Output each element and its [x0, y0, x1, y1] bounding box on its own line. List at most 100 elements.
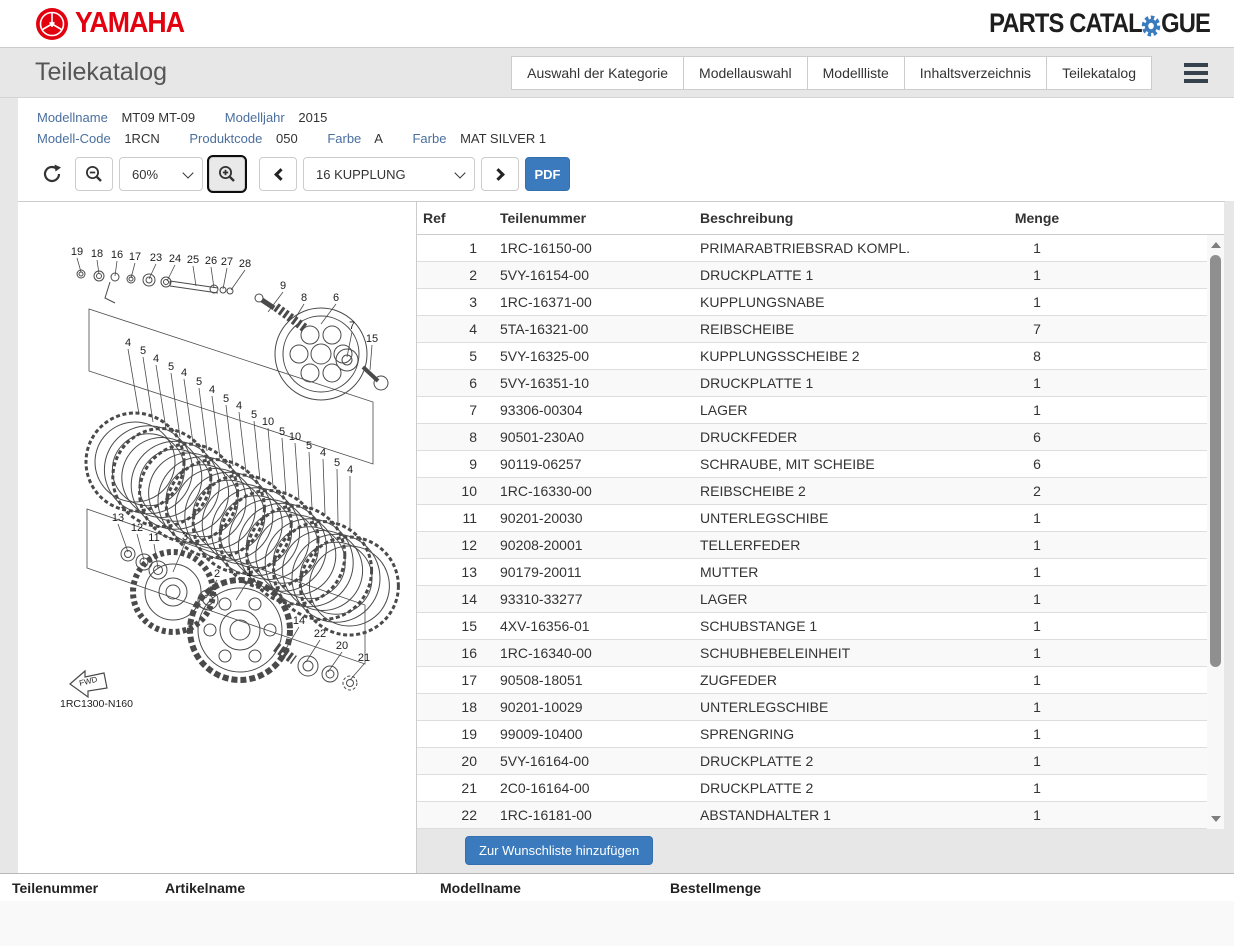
table-row[interactable]: 21 2C0-16164-00 DRUCKPLATTE 2 1	[417, 775, 1207, 802]
table-row[interactable]: 13 90179-20011 MUTTER 1	[417, 559, 1207, 586]
page-title: Teilekatalog	[35, 58, 167, 87]
wishlist-section: Teilenummer Artikelname Modellname Beste…	[0, 873, 1234, 946]
cell-ref: 17	[417, 672, 487, 688]
table-row[interactable]: 15 4XV-16356-01 SCHUBSTANGE 1 1	[417, 613, 1207, 640]
scroll-down-icon[interactable]	[1207, 811, 1224, 827]
diagram-callout: 15	[366, 333, 378, 345]
previous-section-button[interactable]	[259, 157, 297, 191]
diagram-callout: 26	[205, 255, 217, 267]
table-row[interactable]: 5 5VY-16325-00 KUPPLUNGSSCHEIBE 2 8	[417, 343, 1207, 370]
cell-beschreibung: PRIMARABTRIEBSRAD KOMPL.	[687, 240, 977, 256]
add-to-wishlist-button[interactable]: Zur Wunschliste hinzufügen	[465, 836, 653, 865]
table-row[interactable]: 19 99009-10400 SPRENGRING 1	[417, 721, 1207, 748]
diagram-svg: 1918161723242526272898671545454545451051…	[18, 202, 417, 874]
section-select[interactable]: 16 KUPPLUNG	[303, 157, 475, 191]
cell-menge: 1	[977, 375, 1097, 391]
refresh-icon	[41, 163, 63, 185]
nav-parts-catalog-button[interactable]: Teilekatalog	[1046, 56, 1152, 90]
table-row[interactable]: 2 5VY-16154-00 DRUCKPLATTE 1 1	[417, 262, 1207, 289]
wishlist-empty-area	[0, 901, 1234, 946]
cell-menge: 1	[977, 402, 1097, 418]
model-code-label: Modell-Code	[37, 131, 111, 146]
scroll-up-icon[interactable]	[1207, 237, 1224, 253]
table-row[interactable]: 1 1RC-16150-00 PRIMARABTRIEBSRAD KOMPL. …	[417, 235, 1207, 262]
model-info-panel: Modellname MT09 MT-09 Modelljahr 2015 Mo…	[18, 98, 1234, 201]
color-code-label: Farbe	[327, 131, 361, 146]
nav-toc-button[interactable]: Inhaltsverzeichnis	[904, 56, 1047, 90]
toolbar: 60% 16 KUPPLUNG PDF	[37, 157, 1234, 191]
table-row[interactable]: 16 1RC-16340-00 SCHUBHEBELEINHEIT 1	[417, 640, 1207, 667]
cell-beschreibung: UNTERLEGSCHIBE	[687, 699, 977, 715]
cell-ref: 10	[417, 483, 487, 499]
menu-icon[interactable]	[1184, 63, 1208, 83]
cell-ref: 16	[417, 645, 487, 661]
diagram-panel[interactable]: 1918161723242526272898671545454545451051…	[18, 202, 417, 873]
zoom-in-icon	[217, 164, 237, 184]
cell-menge: 7	[977, 321, 1097, 337]
zoom-in-button[interactable]	[209, 157, 245, 191]
cell-ref: 20	[417, 753, 487, 769]
cell-ref: 6	[417, 375, 487, 391]
table-row[interactable]: 10 1RC-16330-00 REIBSCHEIBE 2 2	[417, 478, 1207, 505]
cell-menge: 1	[977, 807, 1097, 823]
cell-menge: 1	[977, 240, 1097, 256]
diagram-callout: 12	[131, 522, 143, 534]
cell-beschreibung: DRUCKPLATTE 1	[687, 267, 977, 283]
table-row[interactable]: 14 93310-33277 LAGER 1	[417, 586, 1207, 613]
table-row[interactable]: 6 5VY-16351-10 DRUCKPLATTE 1 1	[417, 370, 1207, 397]
nav-model-select-button[interactable]: Modellauswahl	[683, 56, 808, 90]
zoom-level-select[interactable]: 60%	[119, 157, 203, 191]
scrollbar-thumb[interactable]	[1210, 255, 1221, 667]
cell-teilenummer: 4XV-16356-01	[487, 618, 687, 634]
cell-menge: 1	[977, 537, 1097, 553]
table-row[interactable]: 9 90119-06257 SCHRAUBE, MIT SCHEIBE 6	[417, 451, 1207, 478]
app-title-left: PARTS CATAL	[989, 8, 1142, 39]
table-row[interactable]: 20 5VY-16164-00 DRUCKPLATTE 2 1	[417, 748, 1207, 775]
table-row[interactable]: 8 90501-230A0 DRUCKFEDER 6	[417, 424, 1207, 451]
cell-beschreibung: DRUCKFEDER	[687, 429, 977, 445]
chevron-left-icon	[274, 168, 287, 181]
diagram-callout: 22	[314, 628, 326, 640]
cell-ref: 13	[417, 564, 487, 580]
table-row[interactable]: 3 1RC-16371-00 KUPPLUNGSNABE 1	[417, 289, 1207, 316]
next-section-button[interactable]	[481, 157, 519, 191]
zoom-out-button[interactable]	[75, 157, 113, 191]
nav-category-button[interactable]: Auswahl der Kategorie	[511, 56, 684, 90]
table-row[interactable]: 11 90201-20030 UNTERLEGSCHIBE 1	[417, 505, 1207, 532]
diagram-callout: 8	[301, 292, 307, 304]
cell-ref: 9	[417, 456, 487, 472]
model-name-value: MT09 MT-09	[121, 110, 195, 125]
diagram-callout: 21	[358, 652, 370, 664]
parts-table-footer: Zur Wunschliste hinzufügen	[417, 829, 1224, 873]
cell-teilenummer: 5VY-16154-00	[487, 267, 687, 283]
fwd-label: FWD	[78, 675, 98, 688]
parts-table-panel: Ref Teilenummer Beschreibung Menge 1 1RC…	[417, 202, 1224, 873]
diagram-callout: 5	[279, 426, 285, 438]
table-row[interactable]: 17 90508-18051 ZUGFEDER 1	[417, 667, 1207, 694]
table-scrollbar[interactable]	[1207, 235, 1224, 829]
table-row[interactable]: 4 5TA-16321-00 REIBSCHEIBE 7	[417, 316, 1207, 343]
cell-ref: 8	[417, 429, 487, 445]
cell-teilenummer: 1RC-16330-00	[487, 483, 687, 499]
nav-model-list-button[interactable]: Modellliste	[807, 56, 905, 90]
refresh-button[interactable]	[37, 157, 67, 191]
table-row[interactable]: 22 1RC-16181-00 ABSTANDHALTER 1 1	[417, 802, 1207, 829]
table-row[interactable]: 18 90201-10029 UNTERLEGSCHIBE 1	[417, 694, 1207, 721]
model-year-value: 2015	[298, 110, 327, 125]
diagram-callout: 23	[150, 252, 162, 264]
cell-teilenummer: 1RC-16181-00	[487, 807, 687, 823]
cell-ref: 2	[417, 267, 487, 283]
diagram-callout: 4	[320, 447, 326, 459]
cell-teilenummer: 1RC-16150-00	[487, 240, 687, 256]
cell-beschreibung: UNTERLEGSCHIBE	[687, 510, 977, 526]
model-name-label: Modellname	[37, 110, 108, 125]
parts-table-body: 1 1RC-16150-00 PRIMARABTRIEBSRAD KOMPL. …	[417, 235, 1224, 829]
cell-menge: 1	[977, 510, 1097, 526]
table-row[interactable]: 7 93306-00304 LAGER 1	[417, 397, 1207, 424]
col-teilenummer: Teilenummer	[487, 210, 687, 226]
table-row[interactable]: 12 90208-20001 TELLERFEDER 1	[417, 532, 1207, 559]
cell-teilenummer: 90208-20001	[487, 537, 687, 553]
cell-teilenummer: 90501-230A0	[487, 429, 687, 445]
color-name-value: MAT SILVER 1	[460, 131, 546, 146]
pdf-button[interactable]: PDF	[525, 157, 570, 191]
